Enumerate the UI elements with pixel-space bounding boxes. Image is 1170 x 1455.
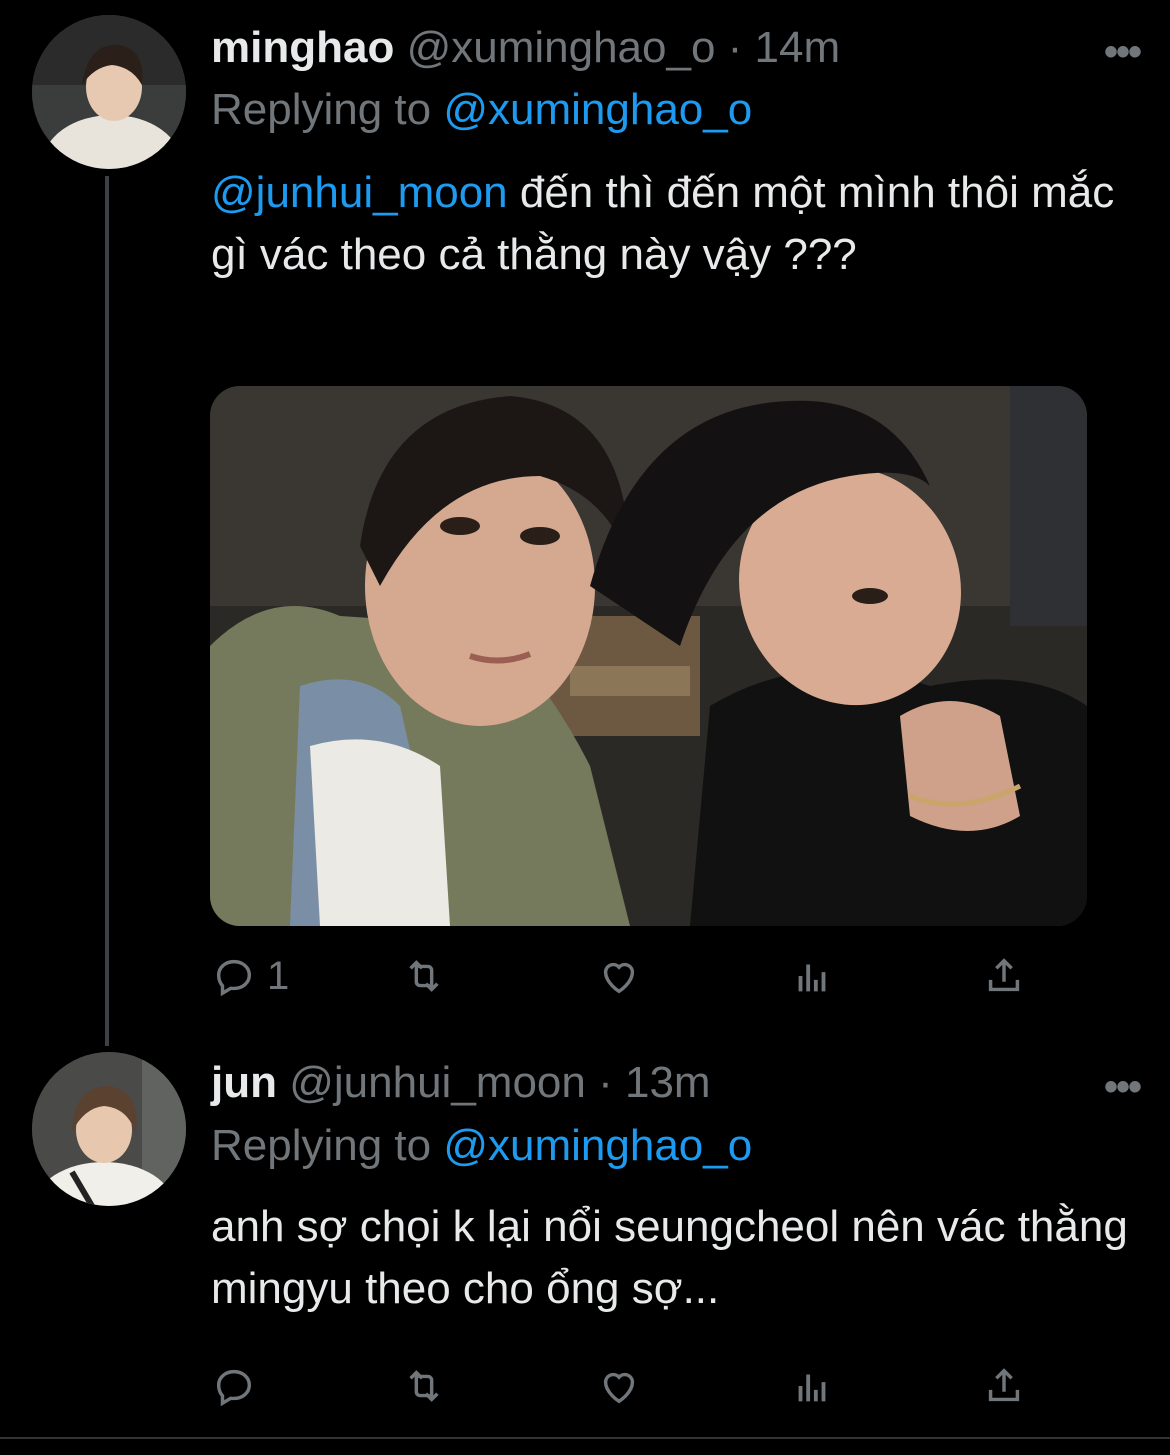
tweet-text-content: anh sợ chọi k lại nổi seungcheol nên vác… [211,1202,1128,1313]
retweet-icon [409,1370,439,1402]
share-button[interactable] [981,1358,1027,1414]
reply-icon [216,1369,252,1407]
replying-prefix: Replying to [211,1121,444,1170]
avatar-jun[interactable] [32,1052,186,1206]
tweet-jun[interactable]: jun @junhui_moon · 13m ••• Replying to @… [0,0,1170,1437]
like-icon [603,1372,635,1404]
divider [0,1437,1170,1439]
analytics-icon [798,1374,826,1402]
share-icon [988,1368,1020,1402]
retweet-button[interactable] [401,1358,447,1414]
user-handle[interactable]: @junhui_moon [289,1058,586,1107]
timestamp[interactable]: 13m [625,1058,711,1107]
analytics-button[interactable] [789,1358,835,1414]
tweet-actions [211,1358,1061,1414]
separator-dot: · [598,1058,613,1107]
like-button[interactable] [596,1358,642,1414]
more-icon[interactable]: ••• [1104,1065,1142,1110]
reply-button[interactable] [211,1358,267,1414]
replying-to-mention[interactable]: @xuminghao_o [443,1121,752,1170]
tweet-header: jun @junhui_moon · 13m [211,1055,711,1111]
display-name[interactable]: jun [211,1058,277,1107]
replying-to: Replying to @xuminghao_o [211,1118,752,1174]
tweet-text: anh sợ chọi k lại nổi seungcheol nên vác… [211,1196,1141,1320]
